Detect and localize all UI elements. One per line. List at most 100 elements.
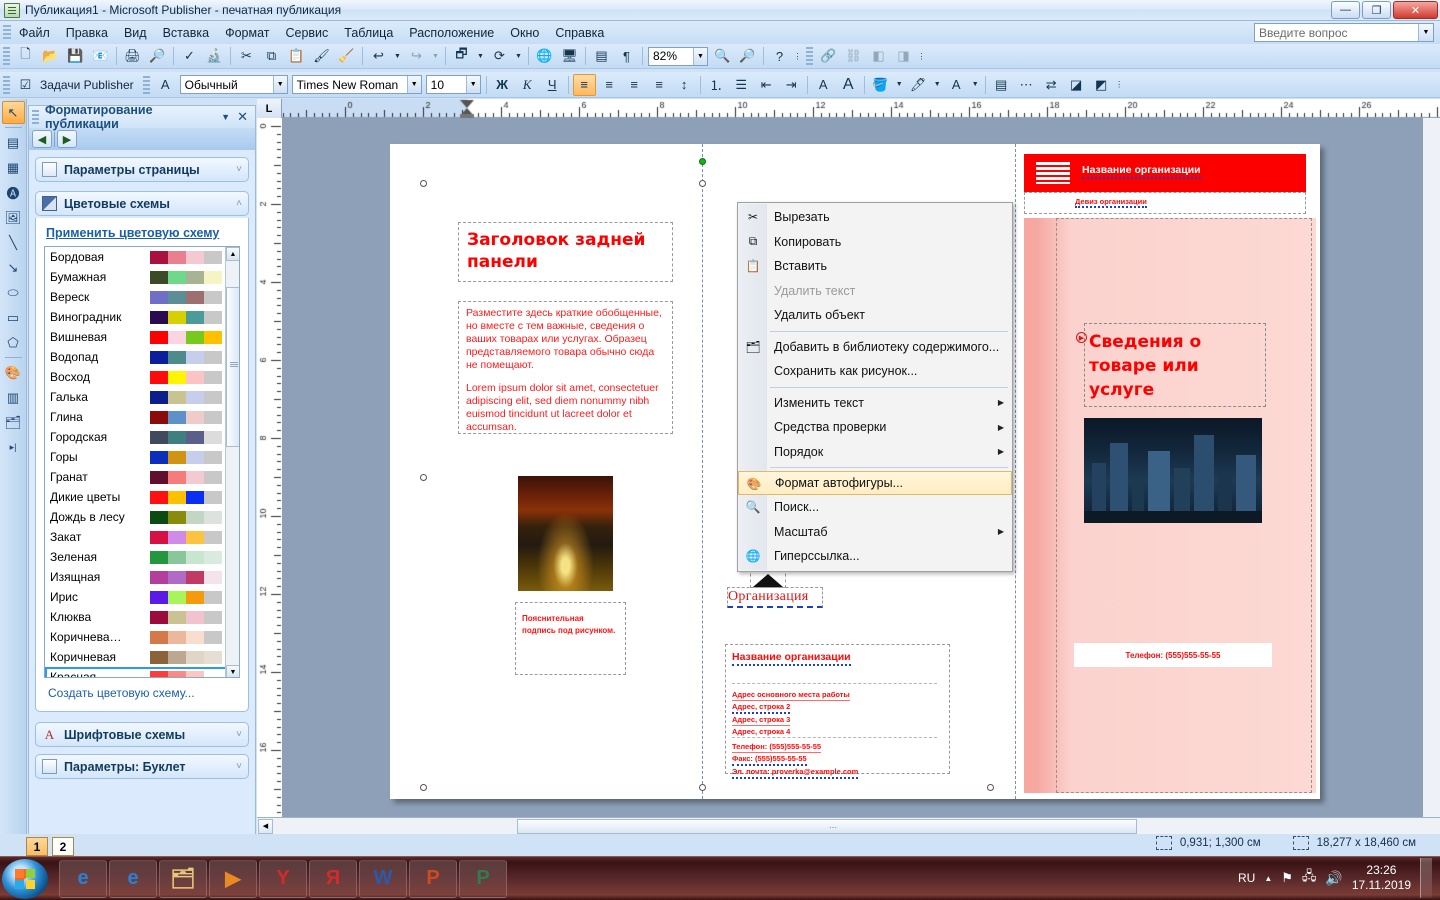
print-icon[interactable]: 🖨 xyxy=(121,45,144,67)
oval-icon[interactable]: ⬭ xyxy=(2,281,25,304)
web-preview-icon[interactable]: 🌐 xyxy=(533,45,556,67)
next-textbox-icon[interactable]: ◨ xyxy=(892,45,915,67)
text-box-icon[interactable]: ▤ xyxy=(2,131,25,154)
numbered-list-icon[interactable]: ⒈ xyxy=(705,74,728,96)
font-color-dropdown-icon[interactable]: ▼ xyxy=(970,74,981,96)
undo-dropdown-icon[interactable]: ▼ xyxy=(392,45,403,67)
color-scheme-item[interactable]: Городская xyxy=(45,427,239,447)
language-indicator[interactable]: RU xyxy=(1238,871,1255,885)
vertical-ruler[interactable] xyxy=(257,118,282,817)
styles-icon[interactable]: A xyxy=(154,74,177,96)
page-tab-1[interactable]: 1 xyxy=(26,837,48,856)
context-menu-item[interactable]: Порядок ▶ xyxy=(738,440,1012,465)
autoshapes-icon[interactable]: ⬠ xyxy=(2,331,25,354)
horizontal-scrollbar[interactable]: ◀ ⋯ xyxy=(257,817,1440,834)
wordart-icon[interactable]: 🅐 xyxy=(2,181,25,204)
context-menu-item[interactable]: Удалить объект xyxy=(738,303,1012,328)
color-scheme-scrollbar[interactable]: ▲ ▼ xyxy=(225,247,239,677)
taskbar-internet-explorer-pinned-icon[interactable]: e xyxy=(59,859,107,898)
back-panel-body-box[interactable]: Разместите здесь краткие обобщенные, но … xyxy=(458,301,673,434)
right-panel-pink-background[interactable]: Сведения о товаре или услуге ▶ Телефон: … xyxy=(1024,218,1316,793)
dash-style-icon[interactable]: ⋯ xyxy=(1015,74,1038,96)
font-size-combo[interactable]: 10 ▼ xyxy=(425,75,481,94)
content-library-icon[interactable]: 🗂 xyxy=(2,411,25,434)
bold-button[interactable]: Ж xyxy=(491,74,514,96)
link-text-boxes-icon[interactable]: 🔗 xyxy=(817,45,840,67)
color-scheme-item[interactable]: Вереск xyxy=(45,287,239,307)
format-painter-icon[interactable]: 🖌 xyxy=(310,45,333,67)
back-panel-heading-box[interactable]: Заголовок задней панели xyxy=(458,222,673,282)
toolbar-grip[interactable] xyxy=(3,47,10,65)
context-menu-item[interactable]: Сохранить как рисунок... xyxy=(738,359,1012,384)
context-menu-item[interactable]: 🗂 Добавить в библиотеку содержимого... xyxy=(738,335,1012,360)
menu-window[interactable]: Окно xyxy=(502,23,547,43)
selection-handle-ml[interactable] xyxy=(420,474,427,481)
new-icon[interactable]: 🗋 xyxy=(14,45,37,67)
color-scheme-item[interactable]: Водопад xyxy=(45,347,239,367)
chevron-down-icon[interactable]: ▼ xyxy=(693,47,707,65)
color-scheme-item[interactable]: Изящная xyxy=(45,567,239,587)
context-menu-item[interactable]: Средства проверки ▶ xyxy=(738,415,1012,440)
align-center-icon[interactable]: ≡ xyxy=(598,74,621,96)
color-scheme-item[interactable]: Коричневая xyxy=(45,647,239,667)
connect-overflow-icon[interactable]: ⋮ xyxy=(917,45,926,67)
motto-box[interactable]: Девиз организации xyxy=(1024,192,1306,214)
section-page-options[interactable]: Параметры страницы ˅ xyxy=(35,157,249,182)
chevron-down-icon[interactable]: ˅ xyxy=(236,761,242,772)
align-left-icon[interactable]: ≡ xyxy=(572,73,596,96)
rotate-dropdown-icon[interactable]: ▼ xyxy=(513,45,524,67)
toolbar-overflow-icon[interactable]: ⋮ xyxy=(793,45,802,67)
redo-dropdown-icon[interactable]: ▼ xyxy=(430,45,441,67)
open-icon[interactable]: 📂 xyxy=(39,45,62,67)
context-menu-item[interactable]: Изменить текст ▶ xyxy=(738,391,1012,416)
menu-edit[interactable]: Правка xyxy=(58,23,116,43)
address-block-box[interactable]: Название организации Адрес основного мес… xyxy=(725,644,950,779)
line-color-icon[interactable]: 🖊 xyxy=(907,74,930,96)
scrollbar-thumb[interactable] xyxy=(226,287,239,447)
taskbar-publisher-icon[interactable]: P xyxy=(459,859,507,898)
context-menu-item[interactable]: 📋 Вставить xyxy=(738,254,1012,279)
selection-handle-bl[interactable] xyxy=(420,784,427,791)
paste-icon[interactable]: 📋 xyxy=(285,45,308,67)
publisher-tasks-icon[interactable]: ☑ xyxy=(14,74,37,96)
show-hidden-icons-icon[interactable]: ▲ xyxy=(1264,874,1272,883)
chevron-down-icon[interactable]: ▼ xyxy=(465,76,480,93)
chevron-down-icon[interactable]: ▼ xyxy=(1418,24,1433,41)
publisher-tasks-label[interactable]: Задачи Publisher xyxy=(38,78,140,92)
show-formatting-icon[interactable]: ¶ xyxy=(615,45,638,67)
menu-file[interactable]: Файл xyxy=(11,23,58,43)
selection-handle-tc[interactable] xyxy=(699,180,706,187)
org-header-red-bar[interactable]: Название организации xyxy=(1024,154,1306,192)
font-color-icon[interactable]: A xyxy=(945,74,968,96)
minimize-button[interactable]: — xyxy=(1331,1,1360,19)
previous-textbox-icon[interactable]: ◧ xyxy=(867,45,890,67)
color-scheme-item[interactable]: Закат xyxy=(45,527,239,547)
clock[interactable]: 23:26 17.11.2019 xyxy=(1352,863,1411,893)
menu-help[interactable]: Справка xyxy=(547,23,612,43)
chevron-down-icon[interactable]: ▼ xyxy=(406,76,421,93)
color-scheme-item[interactable]: Вишневая xyxy=(45,327,239,347)
context-menu-item[interactable]: Масштаб ▶ xyxy=(738,520,1012,545)
selection-handle-tl[interactable] xyxy=(420,180,427,187)
style-combo[interactable]: Обычный ▼ xyxy=(179,75,288,94)
start-button[interactable] xyxy=(2,858,48,899)
menu-table[interactable]: Таблица xyxy=(336,23,401,43)
taskbar-yandex-icon[interactable]: Я xyxy=(309,859,357,898)
arrow-style-icon[interactable]: ⇄ xyxy=(1040,74,1063,96)
undo-icon[interactable]: ↩ xyxy=(367,45,390,67)
3d-style-icon[interactable]: ◩ xyxy=(1090,74,1113,96)
context-menu[interactable]: ✂ Вырезать ⧉ Копировать 📋 Вставить Удалить тек… xyxy=(737,202,1013,572)
decrease-font-size-icon[interactable]: A xyxy=(812,74,835,96)
color-scheme-item[interactable]: Галька xyxy=(45,387,239,407)
fill-color-dropdown-icon[interactable]: ▼ xyxy=(894,74,905,96)
network-icon[interactable]: 🖧 xyxy=(1302,867,1317,889)
create-color-scheme-link[interactable]: Создать цветовую схему... xyxy=(44,678,240,703)
color-scheme-item[interactable]: Дикие цветы xyxy=(45,487,239,507)
color-scheme-item[interactable]: Коричнева… xyxy=(45,627,239,647)
chevron-down-icon[interactable]: ▼ xyxy=(272,76,287,93)
chevron-down-icon[interactable]: ˅ xyxy=(236,164,242,175)
context-menu-item[interactable]: ✂ Вырезать xyxy=(738,205,1012,230)
color-scheme-item[interactable]: Ирис xyxy=(45,587,239,607)
context-menu-item[interactable]: 🔍 Поиск... xyxy=(738,495,1012,520)
back-icon[interactable]: ◀ xyxy=(32,130,52,148)
